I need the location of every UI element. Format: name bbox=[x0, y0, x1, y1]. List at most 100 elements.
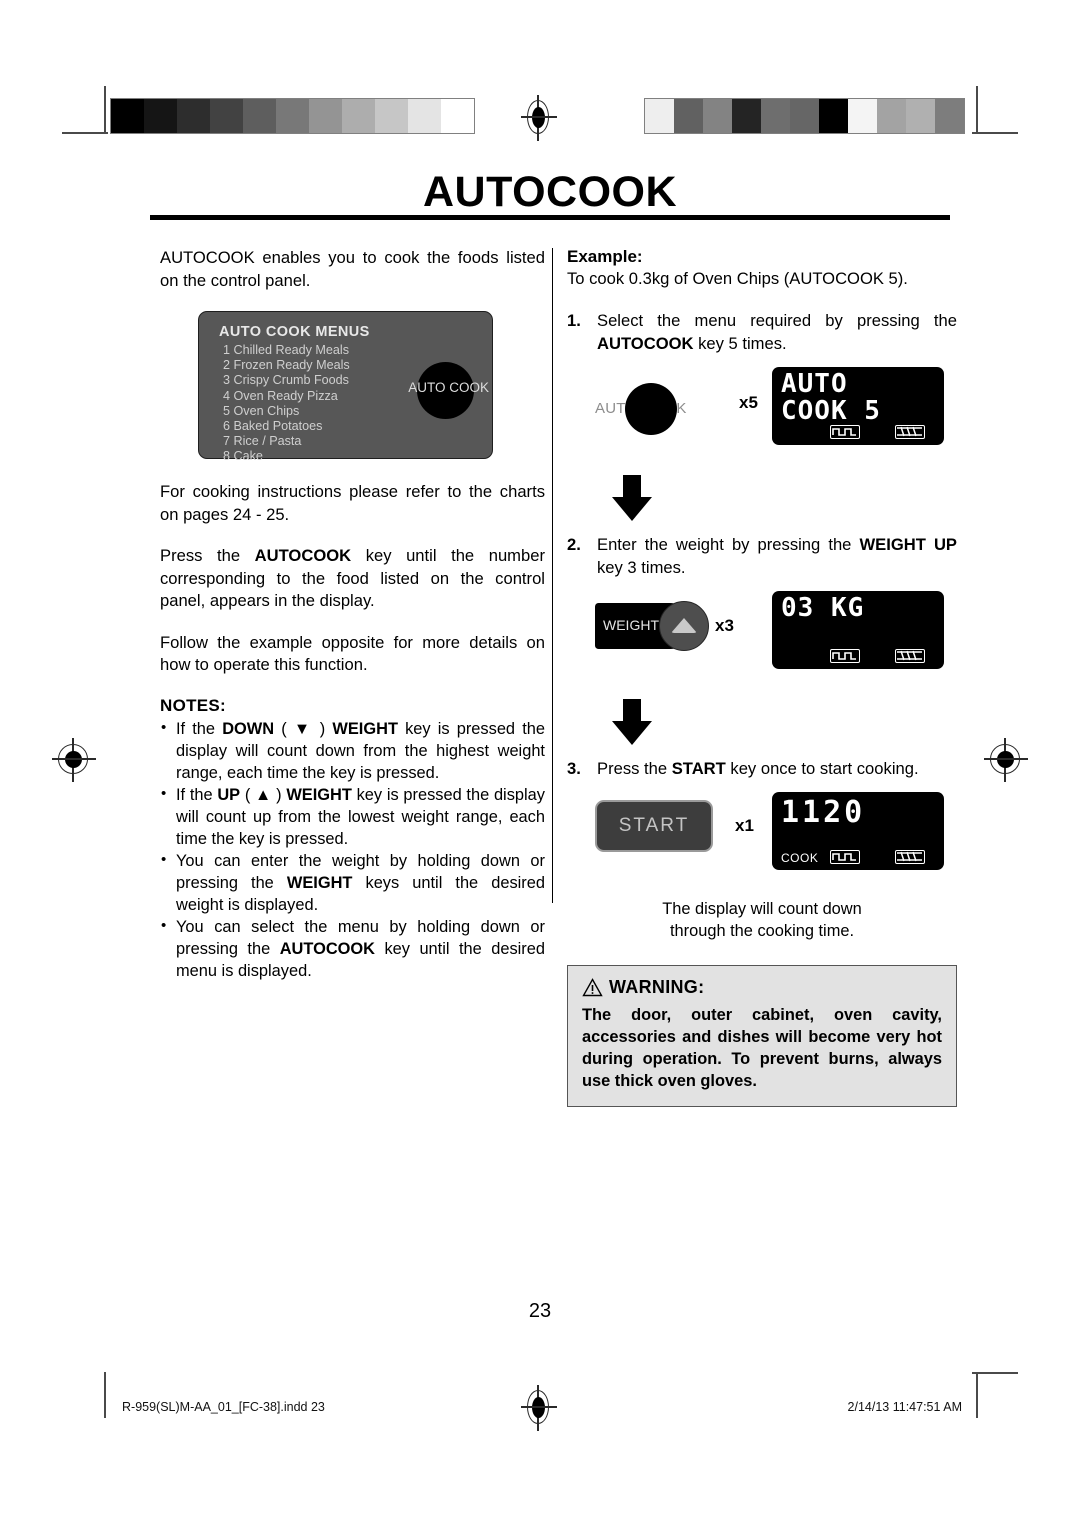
title-underline bbox=[150, 215, 950, 220]
caption-line-1: The display will count down bbox=[662, 900, 862, 918]
text-run: ( bbox=[240, 785, 256, 804]
step-number: 3. bbox=[567, 759, 581, 778]
lcd-text: AUTO COOK 5 bbox=[781, 371, 881, 425]
menu-list-item: 7 Rice / Pasta bbox=[223, 434, 302, 449]
key-name: START bbox=[671, 759, 726, 778]
example-subtitle: To cook 0.3kg of Oven Chips (AUTOCOOK 5)… bbox=[567, 269, 908, 288]
lcd-line-2: COOK 5 bbox=[781, 396, 881, 426]
calibration-bar-left bbox=[110, 98, 475, 134]
calibration-patch bbox=[243, 99, 276, 133]
text-run: Press the bbox=[160, 546, 255, 565]
text-run: If the bbox=[176, 785, 218, 804]
microwave-icon bbox=[830, 850, 860, 864]
microwave-icon bbox=[830, 649, 860, 663]
calibration-patch bbox=[276, 99, 309, 133]
microwave-icon bbox=[830, 425, 860, 439]
left-column: AUTOCOOK enables you to cook the foods l… bbox=[160, 247, 545, 982]
step-3-repeat-count: x1 bbox=[735, 816, 754, 835]
right-column: Example: To cook 0.3kg of Oven Chips (AU… bbox=[567, 247, 957, 942]
footer-rule-left bbox=[104, 1372, 106, 1418]
column-divider bbox=[552, 248, 554, 903]
arrow-glyph-icon: ▼ bbox=[293, 719, 313, 738]
start-key[interactable]: START bbox=[595, 800, 713, 852]
notes-heading: NOTES: bbox=[160, 695, 227, 715]
flow-arrow-2 bbox=[612, 699, 652, 745]
auto-cook-menus-panel: AUTO COOK MENUS 1 Chilled Ready Meals 2 F… bbox=[198, 311, 493, 463]
registration-dot bbox=[997, 751, 1014, 768]
calibration-patch bbox=[408, 99, 441, 133]
text-run: Select the menu required by pressing the bbox=[597, 311, 957, 330]
calibration-patch bbox=[790, 99, 819, 133]
step-number: 1. bbox=[567, 311, 581, 330]
note-item: If the UP ( ▲ ) WEIGHT key is pressed th… bbox=[160, 783, 545, 850]
calibration-patch bbox=[732, 99, 761, 133]
calibration-patch bbox=[645, 99, 674, 133]
step-3-visual: START x1 1120 COOK bbox=[567, 792, 957, 888]
intro-paragraph-2: For cooking instructions please refer to… bbox=[160, 482, 545, 524]
crop-mark-right-vert bbox=[976, 86, 978, 132]
note-item: You can select the menu by holding down … bbox=[160, 915, 545, 982]
weight-up-key[interactable]: WEIGHT bbox=[595, 601, 709, 651]
warning-body-text: The door, outer cabinet, oven cavity, ac… bbox=[582, 1006, 942, 1090]
text-run: ) bbox=[312, 719, 333, 738]
calibration-patch bbox=[848, 99, 877, 133]
text-run: ) bbox=[271, 785, 287, 804]
lcd-line-1: 03 KG bbox=[781, 593, 865, 623]
step-3: 3. Press the START key once to start coo… bbox=[567, 757, 957, 780]
lcd-indicator-row bbox=[772, 425, 944, 440]
calibration-patch bbox=[309, 99, 342, 133]
key-name: AUTOCOOK bbox=[597, 334, 694, 353]
notes-list: If the DOWN ( ▼ ) WEIGHT key is pressed … bbox=[160, 717, 545, 982]
arrow-head bbox=[612, 721, 652, 745]
warning-title-text: WARNING: bbox=[609, 977, 705, 997]
registration-mark-bottom-center bbox=[521, 1385, 557, 1431]
step-2-repeat-count: x3 bbox=[715, 616, 734, 635]
lcd-indicator-row bbox=[772, 649, 944, 664]
calibration-patch bbox=[144, 99, 177, 133]
footer-filename: R-959(SL)M-AA_01_[FC-38].indd 23 bbox=[122, 1400, 325, 1414]
auto-cook-key[interactable]: AUTO COOK bbox=[595, 383, 723, 435]
step-text: Select the menu required by pressing the… bbox=[597, 309, 957, 355]
calibration-patch bbox=[441, 99, 474, 133]
registration-mark-left bbox=[52, 738, 96, 782]
arrow-shaft bbox=[623, 699, 641, 723]
calibration-patch bbox=[703, 99, 732, 133]
step-2: 2. Enter the weight by pressing the WEIG… bbox=[567, 533, 957, 579]
calibration-patch bbox=[177, 99, 210, 133]
registration-dot bbox=[532, 1397, 545, 1418]
auto-cook-knob-icon bbox=[625, 383, 677, 435]
arrow-head bbox=[612, 497, 652, 521]
crop-mark-left-vert bbox=[104, 86, 106, 132]
intro-paragraph-3: Press the AUTOCOOK key until the number … bbox=[160, 545, 545, 613]
key-name: WEIGHT bbox=[286, 785, 352, 804]
calibration-patch bbox=[375, 99, 408, 133]
example-heading: Example: bbox=[567, 247, 643, 266]
count-down-caption: The display will count down through the … bbox=[567, 898, 957, 942]
lcd-display-step-1: AUTO COOK 5 bbox=[772, 367, 944, 445]
key-name: WEIGHT bbox=[286, 873, 353, 892]
calibration-patch bbox=[111, 99, 144, 133]
step-number: 2. bbox=[567, 535, 581, 554]
calibration-patch bbox=[819, 99, 848, 133]
text-run: If the bbox=[176, 719, 223, 738]
menu-list-item: 8 Cake bbox=[223, 449, 263, 464]
text-run: Enter the weight by pressing the bbox=[597, 535, 860, 554]
key-name: UP bbox=[217, 785, 241, 804]
calibration-patch bbox=[877, 99, 906, 133]
page-number: 23 bbox=[528, 1300, 552, 1322]
grill-icon bbox=[895, 850, 925, 864]
calibration-bar-right bbox=[644, 98, 965, 134]
crop-mark-bottom-right bbox=[972, 1372, 1018, 1374]
step-1: 1. Select the menu required by pressing … bbox=[567, 309, 957, 355]
menu-list-item: 6 Baked Potatoes bbox=[223, 419, 323, 434]
registration-dot bbox=[532, 107, 545, 128]
note-item: If the DOWN ( ▼ ) WEIGHT key is pressed … bbox=[160, 717, 545, 784]
lcd-line-1: 1120 bbox=[781, 795, 866, 830]
footer-rule-right bbox=[976, 1372, 978, 1418]
footer-timestamp: 2/14/13 11:47:51 AM bbox=[847, 1400, 962, 1414]
lcd-text: 1120 bbox=[781, 796, 865, 830]
calibration-patch bbox=[906, 99, 935, 133]
warning-triangle-icon bbox=[582, 978, 603, 997]
step-1-visual: AUTO COOK x5 AUTO COOK 5 bbox=[567, 367, 957, 463]
calibration-patch bbox=[761, 99, 790, 133]
